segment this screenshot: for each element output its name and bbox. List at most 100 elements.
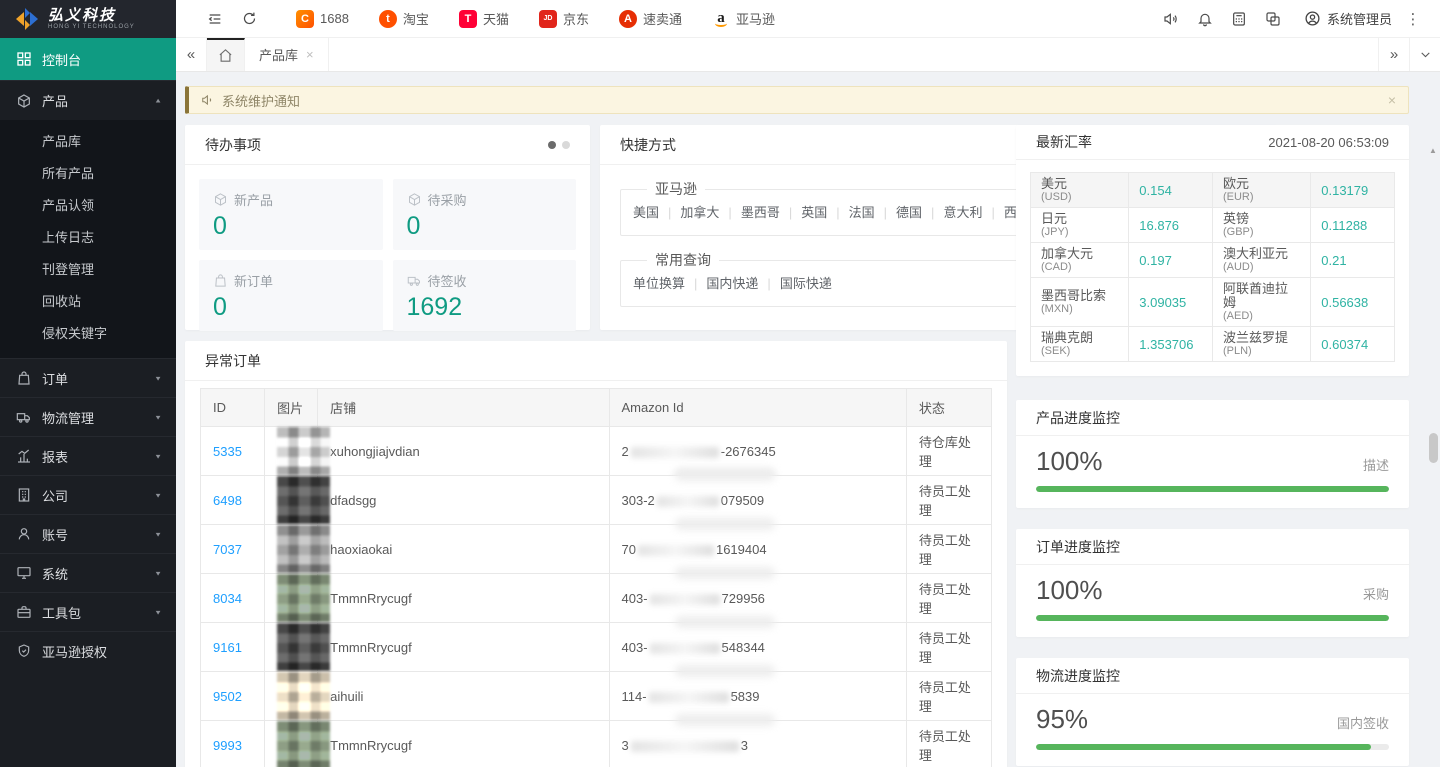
app-root: 弘义科技 HONG YI TECHNOLOGY 控制台 产品 ▲ 产品库 所有产 xyxy=(0,0,1440,767)
sidebar-item-company[interactable]: 公司 ▼ xyxy=(0,475,176,514)
user-menu[interactable]: 系统管理员 xyxy=(1304,9,1392,28)
order-id-link[interactable]: 7037 xyxy=(213,542,242,557)
shortcut-link-domestic-express[interactable]: 国内快递 xyxy=(685,276,758,291)
order-id-link[interactable]: 9161 xyxy=(213,640,242,655)
stat-value: 0 xyxy=(213,212,369,241)
bag-icon xyxy=(16,370,32,386)
shortcuts-card-title: 快捷方式 xyxy=(620,135,676,155)
amazon-id-cell: 114-5839 xyxy=(609,672,906,721)
marketplace-link-taobao[interactable]: t 淘宝 xyxy=(379,9,429,28)
stat-label: 新产品 xyxy=(234,190,273,209)
sidebar-subitem-all-products[interactable]: 所有产品 xyxy=(0,156,176,188)
product-thumbnail xyxy=(277,476,330,524)
topbar-right: 系统管理员 ⋮ xyxy=(1154,0,1426,38)
carousel-dot-1[interactable] xyxy=(548,141,556,149)
scroll-up-icon[interactable]: ▲ xyxy=(1428,146,1438,156)
sidebar-subitem-product-claim[interactable]: 产品认领 xyxy=(0,188,176,220)
group-legend: 常用查询 xyxy=(647,250,719,270)
order-id-link[interactable]: 5335 xyxy=(213,444,242,459)
chevron-down-icon: ▼ xyxy=(154,374,162,381)
shortcut-link-fr[interactable]: 法国 xyxy=(827,205,874,220)
order-id-link[interactable]: 6498 xyxy=(213,493,242,508)
order-status: 待员工处理 xyxy=(906,574,991,623)
order-id-link[interactable]: 9993 xyxy=(213,738,242,753)
sidebar-subitem-listing-management[interactable]: 刊登管理 xyxy=(0,252,176,284)
sidebar-item-label: 订单 xyxy=(42,369,144,388)
amazon-id-cell: 303-2079509 xyxy=(609,476,906,525)
shortcut-link-ca[interactable]: 加拿大 xyxy=(659,205,719,220)
truck-icon xyxy=(407,273,422,288)
shortcut-link-it[interactable]: 意大利 xyxy=(922,205,982,220)
abnormal-orders-card: 异常订单 ID 图片 店铺 Amazon Id xyxy=(185,341,1007,767)
stat-to-sign[interactable]: 待签收 1692 xyxy=(393,260,577,331)
stat-to-purchase[interactable]: 待采购 0 xyxy=(393,179,577,250)
apps-switch-icon[interactable] xyxy=(1256,0,1290,38)
sidebar-item-console[interactable]: 控制台 xyxy=(0,38,176,80)
progress-label: 描述 xyxy=(1363,455,1389,474)
stat-new-products[interactable]: 新产品 0 xyxy=(199,179,383,250)
shortcut-link-de[interactable]: 德国 xyxy=(875,205,922,220)
shop-name: dfadsgg xyxy=(318,476,609,525)
refresh-icon[interactable] xyxy=(232,0,266,38)
marketplace-link-amazon[interactable]: a 亚马逊 xyxy=(712,9,775,28)
sidebar-item-logistics[interactable]: 物流管理 ▼ xyxy=(0,397,176,436)
close-notice-icon[interactable]: × xyxy=(1388,92,1396,108)
bell-icon[interactable] xyxy=(1188,0,1222,38)
shortcut-link-us[interactable]: 美国 xyxy=(633,205,659,220)
progress-percent: 95% xyxy=(1036,704,1088,735)
sidebar-item-label: 亚马逊授权 xyxy=(42,642,162,661)
redacted-segment xyxy=(638,545,714,556)
sidebar-item-orders[interactable]: 订单 ▼ xyxy=(0,358,176,397)
scrollbar-thumb[interactable] xyxy=(1429,433,1438,463)
building-icon xyxy=(16,487,32,503)
tab-home[interactable] xyxy=(207,38,245,71)
order-row: 7037 haoxiaokai 701619404 待员工处理 xyxy=(201,525,992,574)
shortcut-link-mx[interactable]: 墨西哥 xyxy=(719,205,779,220)
sidebar-item-account[interactable]: 账号 ▼ xyxy=(0,514,176,553)
tab-product-library[interactable]: 产品库 × xyxy=(245,38,329,71)
order-id-link[interactable]: 9502 xyxy=(213,689,242,704)
marketplace-link-1688[interactable]: C 1688 xyxy=(296,10,349,28)
calculator-icon[interactable] xyxy=(1222,0,1256,38)
sidebar-subitem-infringing-keywords[interactable]: 侵权关键字 xyxy=(0,316,176,348)
order-progress-card: 订单进度监控 100% 采购 xyxy=(1016,529,1409,637)
sidebar-item-toolkit[interactable]: 工具包 ▼ xyxy=(0,592,176,631)
volume-icon[interactable] xyxy=(1154,0,1188,38)
marketplace-link-aliexpress[interactable]: A 速卖通 xyxy=(619,9,682,28)
shop-name: TmmnRrycugf xyxy=(318,721,609,767)
tabs-scroll-left-icon[interactable]: « xyxy=(176,38,207,71)
close-tab-icon[interactable]: × xyxy=(306,47,314,62)
carousel-dot-2[interactable] xyxy=(562,141,570,149)
chart-icon xyxy=(16,448,32,464)
sidebar-subitem-product-library[interactable]: 产品库 xyxy=(0,124,176,156)
shortcut-link-uk[interactable]: 英国 xyxy=(780,205,827,220)
marketplace-label: 淘宝 xyxy=(403,9,429,28)
shortcut-link-international-express[interactable]: 国际快递 xyxy=(758,276,831,291)
sidebar-item-products[interactable]: 产品 ▲ xyxy=(0,80,176,120)
sidebar-subitem-upload-log[interactable]: 上传日志 xyxy=(0,220,176,252)
sidebar-item-reports[interactable]: 报表 ▼ xyxy=(0,436,176,475)
topbar: C 1688 t 淘宝 T 天猫 JD 京东 A 速卖通 a 亚马逊 xyxy=(176,0,1440,38)
marketplace-link-jd[interactable]: JD 京东 xyxy=(539,9,589,28)
tabs-menu-icon[interactable] xyxy=(1409,38,1440,71)
marketplace-link-tmall[interactable]: T 天猫 xyxy=(459,9,509,28)
progress-card-title: 订单进度监控 xyxy=(1036,537,1120,557)
rates-table: 美元(USD) 0.154 欧元(EUR) 0.13179 日元(JPY) 16… xyxy=(1030,172,1395,362)
orders-table: ID 图片 店铺 Amazon Id 状态 5335 xyxy=(200,388,992,767)
tabs-scroll-right-icon[interactable]: » xyxy=(1378,38,1409,71)
sidebar-subitem-recycle-bin[interactable]: 回收站 xyxy=(0,284,176,316)
progress-bar xyxy=(1036,486,1389,492)
more-menu-icon[interactable]: ⋮ xyxy=(1400,10,1426,28)
marketplace-label: 天猫 xyxy=(483,9,509,28)
order-id-link[interactable]: 8034 xyxy=(213,591,242,606)
rate-value: 3.09035 xyxy=(1129,278,1213,327)
sidebar-item-amazon-auth[interactable]: 亚马逊授权 xyxy=(0,631,176,670)
redacted-segment xyxy=(650,643,720,654)
collapse-sidebar-icon[interactable] xyxy=(198,0,232,38)
stat-new-orders[interactable]: 新订单 0 xyxy=(199,260,383,331)
sidebar-item-system[interactable]: 系统 ▼ xyxy=(0,553,176,592)
chevron-down-icon: ▼ xyxy=(154,569,162,576)
sidebar-menu: 控制台 产品 ▲ 产品库 所有产品 产品认领 上传日志 刊登管理 回收站 侵权关… xyxy=(0,38,176,767)
order-status: 待员工处理 xyxy=(906,721,991,767)
shortcut-link-unit-conversion[interactable]: 单位换算 xyxy=(633,276,685,291)
